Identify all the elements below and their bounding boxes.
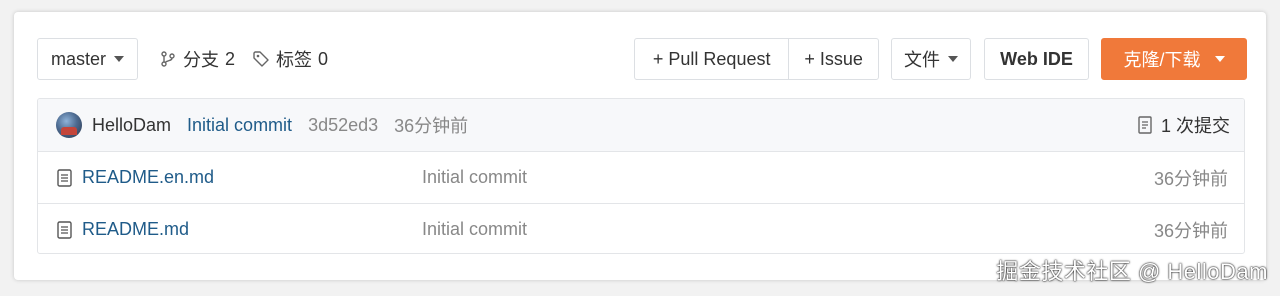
file-menu-label: 文件 (904, 50, 940, 70)
file-commit-time: 36分钟前 (1153, 220, 1228, 241)
branch-select[interactable]: master (37, 38, 138, 80)
new-issue-button[interactable]: + Issue (788, 39, 878, 79)
repo-panel: master 分支 2 标签 0 + Pull Request + Issue … (14, 12, 1266, 280)
web-ide-button[interactable]: Web IDE (984, 38, 1089, 80)
file-commit-message[interactable]: Initial commit (422, 167, 527, 188)
create-button-group: + Pull Request + Issue (634, 38, 879, 80)
chevron-down-icon (114, 56, 124, 62)
commit-count-link[interactable]: 1 次提交 (1137, 99, 1230, 151)
new-pull-request-button[interactable]: + Pull Request (635, 39, 788, 79)
clone-download-label: 克隆/下载 (1123, 50, 1201, 70)
tags-count: 0 (318, 48, 329, 69)
latest-commit-bar: HelloDam Initial commit 3d52ed3 36分钟前 1 … (38, 99, 1244, 152)
chevron-down-icon (1214, 56, 1225, 62)
tags-label: 标签 (276, 50, 312, 70)
commit-sha[interactable]: 3d52ed3 (308, 115, 378, 136)
file-icon (56, 220, 74, 240)
commits-icon (1138, 116, 1152, 134)
file-name-link[interactable]: README.md (82, 219, 189, 240)
tag-icon (253, 51, 269, 67)
avatar[interactable] (56, 112, 82, 138)
repo-toolbar: master 分支 2 标签 0 + Pull Request + Issue … (14, 12, 1266, 108)
new-issue-label: + Issue (804, 48, 863, 69)
web-ide-label: Web IDE (1000, 48, 1073, 69)
branches-count: 2 (225, 48, 236, 69)
file-commit-message[interactable]: Initial commit (422, 219, 527, 240)
commit-time: 36分钟前 (394, 116, 469, 136)
new-pull-request-label: + Pull Request (652, 48, 771, 69)
file-table: HelloDam Initial commit 3d52ed3 36分钟前 1 … (37, 98, 1245, 254)
file-name-link[interactable]: README.en.md (82, 167, 214, 188)
file-commit-time: 36分钟前 (1153, 168, 1228, 189)
commit-message-link[interactable]: Initial commit (187, 115, 292, 136)
branch-icon (161, 51, 175, 67)
branches-link[interactable]: 分支 2 (159, 38, 235, 80)
clone-download-button[interactable]: 克隆/下载 (1101, 38, 1247, 80)
chevron-down-icon (948, 56, 958, 62)
tags-link[interactable]: 标签 0 (252, 38, 328, 80)
commit-count-label: 1 次提交 (1160, 116, 1230, 136)
commit-author[interactable]: HelloDam (92, 115, 171, 136)
file-menu-button[interactable]: 文件 (891, 38, 971, 80)
table-row: README.en.md Initial commit 36分钟前 (38, 152, 1244, 204)
branch-select-value: master (50, 48, 106, 69)
branches-label: 分支 (183, 50, 219, 70)
table-row: README.md Initial commit 36分钟前 (38, 204, 1244, 253)
file-icon (56, 168, 74, 188)
watermark: 掘金技术社区 @ HelloDam (996, 259, 1268, 284)
